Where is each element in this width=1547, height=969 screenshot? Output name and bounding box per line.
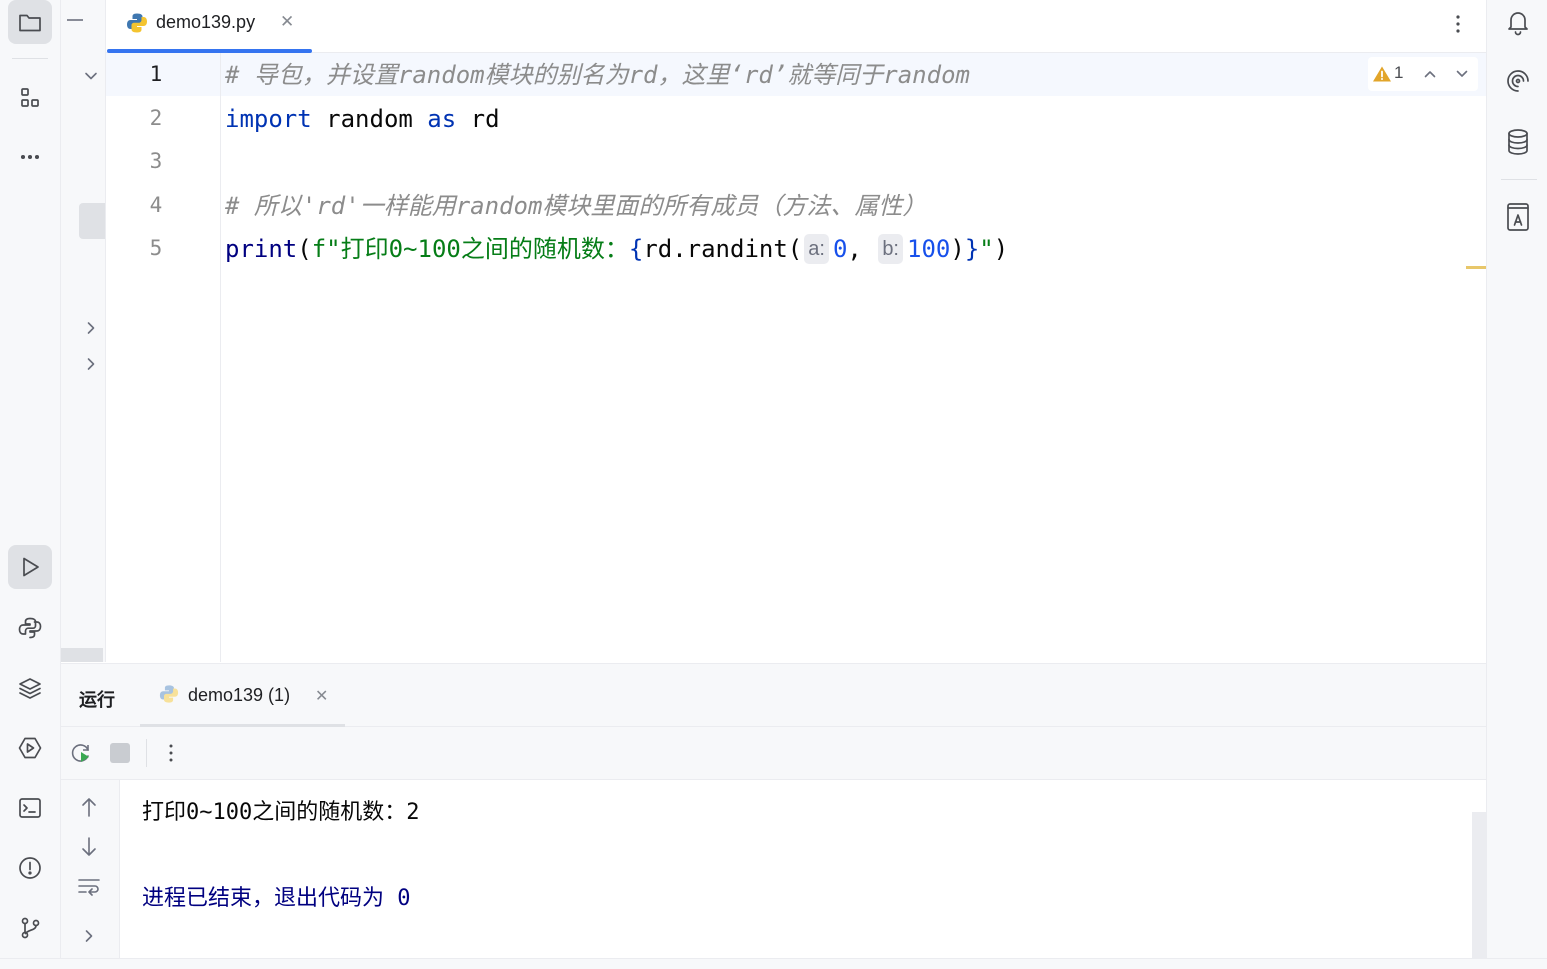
inspection-widget[interactable]: 1 [1368, 57, 1478, 91]
stop-icon[interactable] [110, 743, 130, 763]
warning-icon [1372, 65, 1392, 83]
code-editor[interactable]: 1 2 3 4 5 # 导包，并设置random模块的别名为rd，这里‘rd’就… [106, 53, 1486, 662]
code-token: 0 [832, 235, 848, 263]
code-token: " [979, 235, 994, 263]
code-token: random [311, 105, 428, 133]
run-toolbar [61, 727, 1486, 780]
code-line[interactable]: import random as rd [225, 104, 500, 134]
warning-scroll-marker[interactable] [1466, 266, 1486, 269]
right-tool-strip [1486, 0, 1547, 968]
run-tab-label: demo139 (1) [188, 685, 291, 705]
code-token: ) [993, 235, 1009, 263]
code-token: { [628, 235, 644, 263]
code-token: , [847, 235, 877, 263]
warning-count: 1 [1394, 63, 1404, 82]
editor-tab-bar: demo139.py ✕ [106, 0, 1486, 53]
run-tab[interactable]: demo139 (1) ✕ [140, 664, 345, 727]
chevron-right-icon[interactable] [83, 356, 99, 372]
code-token: as [427, 105, 457, 133]
strip-divider [12, 58, 48, 59]
code-token: rd.randint( [643, 235, 803, 263]
text-icon[interactable] [1505, 202, 1531, 232]
parameter-hint: a: [804, 234, 829, 264]
code-token: import [225, 105, 312, 133]
run-panel: 运行 demo139 (1) ✕ 打印0~100之间的随机数：2 进程已结束，退… [61, 663, 1486, 969]
python-console-icon[interactable] [8, 606, 52, 650]
chevron-right-icon[interactable] [83, 320, 99, 336]
structure-icon[interactable] [8, 76, 52, 120]
more-icon[interactable] [8, 135, 52, 179]
parameter-hint: b: [878, 234, 903, 264]
code-token: } [964, 235, 980, 263]
status-bar-edge [0, 958, 1547, 969]
code-line[interactable]: print(f"打印0~100之间的随机数：{rd.randint(a: 0, b… [225, 234, 1008, 264]
line-number: 3 [149, 149, 163, 173]
console-side-toolbar [61, 780, 120, 969]
problems-icon[interactable] [8, 846, 52, 890]
minimize-icon[interactable] [65, 10, 85, 30]
code-token: print [225, 235, 298, 263]
layers-icon[interactable] [8, 666, 52, 710]
line-number: 2 [149, 106, 163, 130]
project-icon[interactable] [8, 0, 52, 44]
console-exit-line: 进程已结束，退出代码为 0 [142, 886, 411, 911]
terminal-icon[interactable] [8, 786, 52, 830]
left-tool-strip [0, 0, 61, 968]
line-number: 5 [149, 236, 163, 260]
console-output[interactable]: 打印0~100之间的随机数：2 进程已结束，退出代码为 0 [120, 780, 1486, 969]
toolbar-divider [146, 739, 147, 767]
notifications-icon[interactable] [1505, 8, 1531, 36]
console-output-line: 打印0~100之间的随机数：2 [142, 800, 420, 825]
more-options-icon[interactable] [161, 741, 181, 765]
close-icon[interactable]: ✕ [315, 686, 328, 706]
line-number: 4 [149, 193, 163, 217]
up-arrow-icon[interactable] [79, 796, 99, 818]
code-line[interactable]: # 导包，并设置random模块的别名为rd，这里‘rd’就等同于random [225, 60, 970, 90]
code-token: rd [456, 105, 500, 133]
strip-divider [1501, 179, 1537, 180]
next-highlight-icon[interactable] [1454, 66, 1470, 82]
run-icon[interactable] [8, 545, 52, 589]
chevron-right-icon[interactable] [81, 928, 97, 944]
code-token: # 导包，并设置random模块的别名为rd，这里‘rd’就等同于random [225, 61, 970, 89]
scroll-thumb[interactable] [79, 203, 105, 239]
previous-highlight-icon[interactable] [1422, 66, 1438, 82]
run-panel-header: 运行 demo139 (1) ✕ [61, 664, 1486, 727]
code-token: f"打印0~100之间的随机数： [311, 235, 629, 263]
close-icon[interactable]: ✕ [280, 12, 294, 32]
python-run-config-icon [159, 684, 179, 704]
code-line[interactable]: # 所以'rd'一样能用random模块里面的所有成员（方法、属性） [225, 191, 926, 221]
down-arrow-icon[interactable] [79, 836, 99, 858]
tab-actions-icon[interactable] [1446, 12, 1470, 36]
tab-demo139-py[interactable]: demo139.py ✕ [106, 0, 312, 53]
rerun-icon[interactable] [69, 741, 93, 765]
soft-wrap-icon[interactable] [77, 876, 101, 898]
code-token: ( [297, 235, 312, 263]
code-token: ) [950, 235, 965, 263]
code-token: # 所以'rd'一样能用random模块里面的所有成员（方法、属性） [225, 192, 927, 220]
services-icon[interactable] [8, 726, 52, 770]
line-number: 1 [149, 62, 163, 86]
code-token: 100 [907, 235, 951, 263]
tab-label: demo139.py [156, 12, 256, 32]
git-icon[interactable] [8, 906, 52, 950]
horizontal-scrollbar[interactable] [61, 648, 103, 662]
console-scrollbar[interactable] [1472, 812, 1486, 969]
chevron-down-icon[interactable] [83, 68, 99, 84]
gutter-separator [220, 53, 221, 662]
ai-assistant-icon[interactable] [1505, 68, 1531, 94]
run-panel-title: 运行 [79, 690, 115, 710]
database-icon[interactable] [1505, 128, 1531, 156]
python-file-icon [126, 12, 148, 34]
